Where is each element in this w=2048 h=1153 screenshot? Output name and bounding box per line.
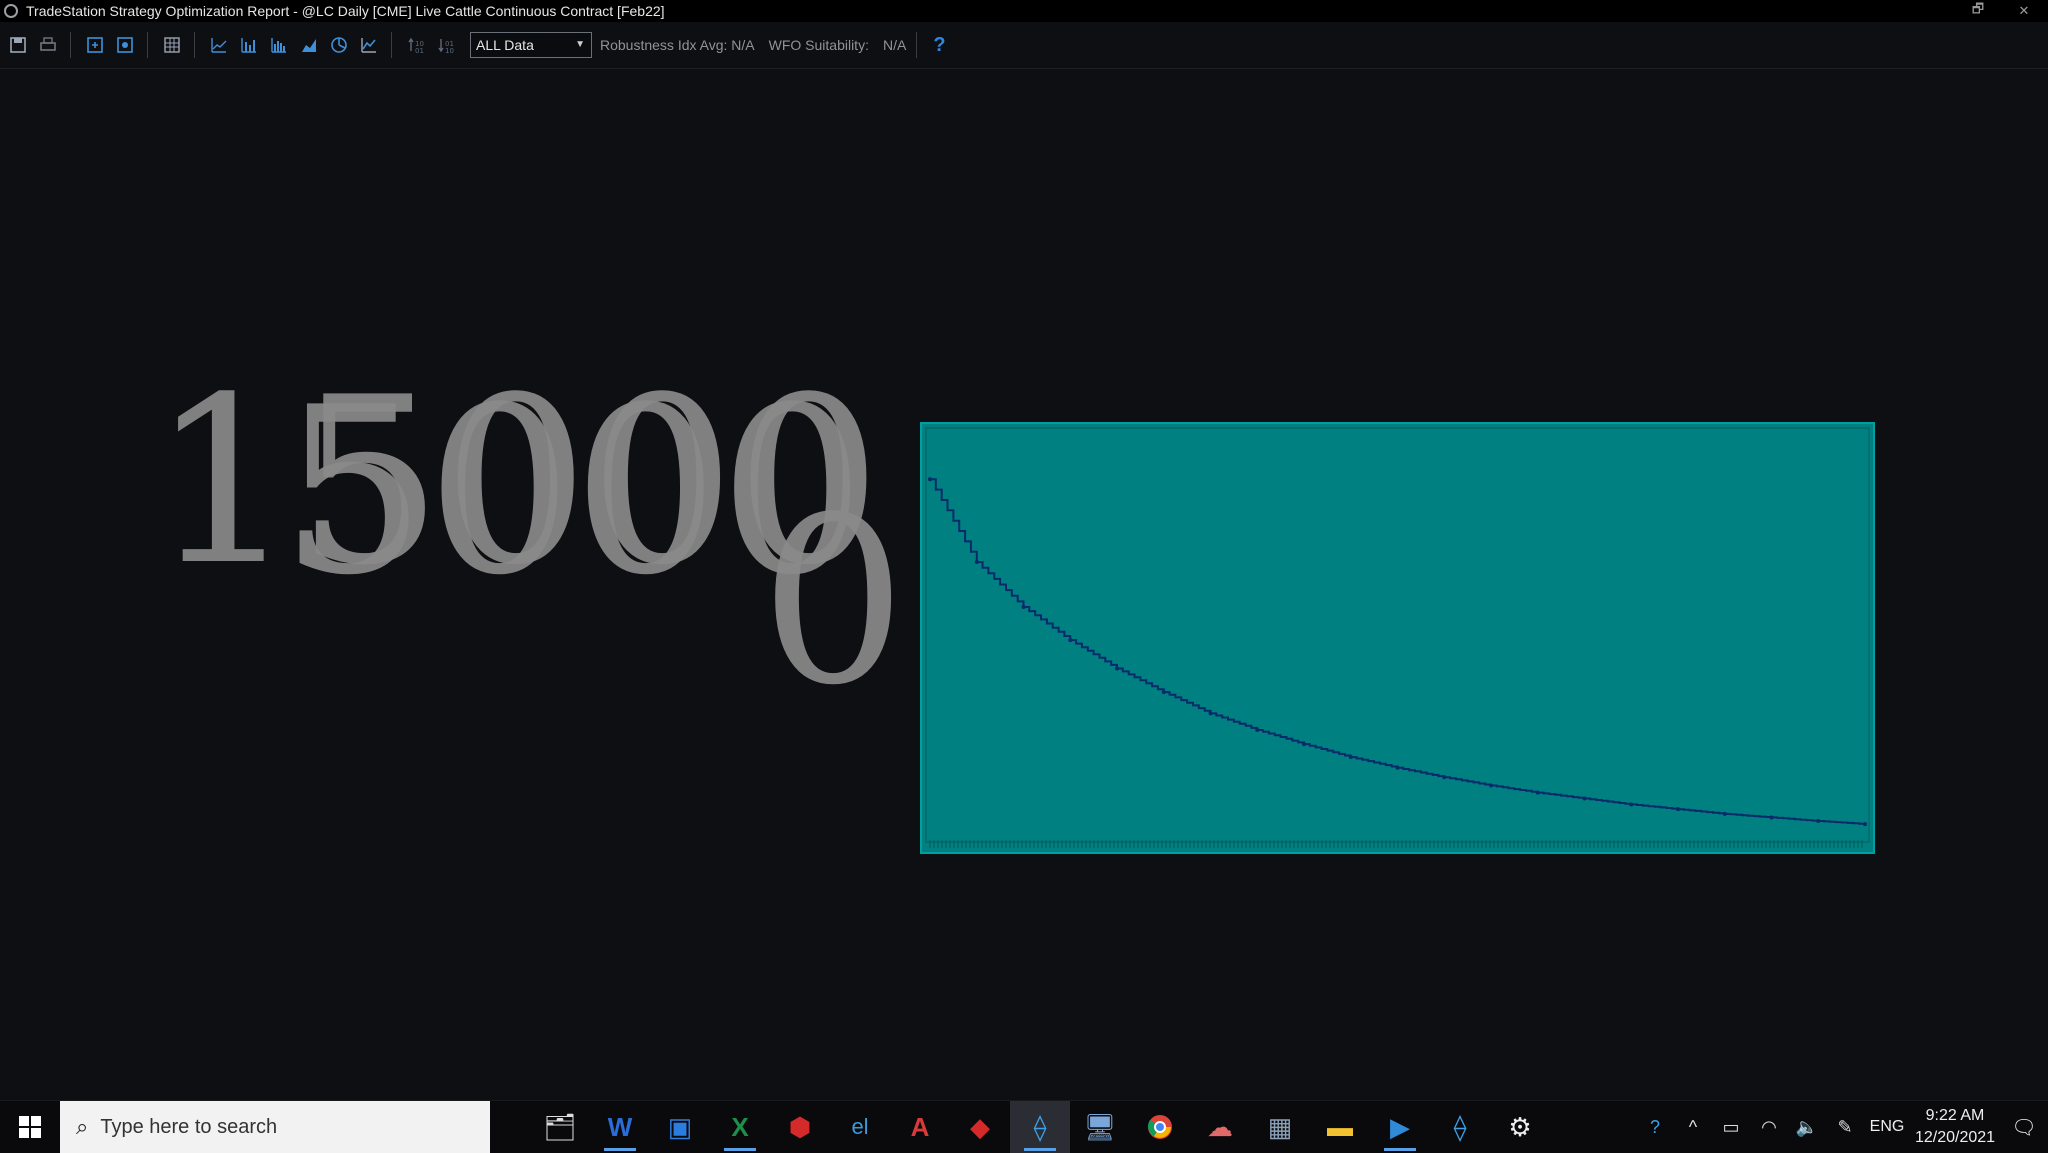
chevron-down-icon: ▼	[575, 39, 585, 50]
data-point	[928, 477, 932, 482]
save-icon[interactable]	[6, 33, 30, 57]
file-explorer-icon[interactable]: 🗂	[530, 1101, 590, 1153]
clock-time: 9:22 AM	[1925, 1107, 1985, 1125]
data-point	[1535, 790, 1540, 795]
robustness-label: Robustness Idx Avg: N/A	[600, 37, 755, 53]
print-icon[interactable]	[36, 33, 60, 57]
mountain-chart-icon[interactable]	[357, 33, 381, 57]
acrobat-icon[interactable]: ⬢	[770, 1101, 830, 1153]
toolbar-separator	[916, 32, 918, 58]
bar-chart-icon[interactable]	[237, 33, 261, 57]
data-point	[1769, 815, 1774, 820]
settings-icon[interactable]: ⚙	[1490, 1101, 1550, 1153]
clock-date: 12/20/2021	[1914, 1129, 1996, 1146]
data-point	[1629, 802, 1634, 807]
data-point	[974, 560, 979, 565]
tradestation-dev-icon[interactable]: ⟠	[1430, 1101, 1490, 1153]
notification-icon[interactable]: 🗨	[2000, 1115, 2048, 1140]
data-point	[1161, 690, 1166, 695]
fit-icon[interactable]	[83, 33, 107, 57]
toolbar: 10 01 01 10 ALL Data ▼ Robustness Idx Avg:…	[0, 22, 2048, 69]
toolbar-separator	[70, 32, 71, 58]
data-point	[1722, 811, 1727, 816]
svg-text:10: 10	[445, 47, 454, 54]
plot-background	[920, 422, 1875, 854]
sort-desc-icon[interactable]: 01 10	[434, 33, 458, 57]
sort-asc-icon[interactable]: 10 01	[404, 33, 428, 57]
restore-button[interactable]: 🗗	[1958, 0, 1998, 22]
data-point	[1395, 765, 1400, 770]
data-point	[1302, 742, 1306, 747]
search-icon: ⌕	[76, 1114, 89, 1139]
remote-desktop-icon[interactable]: 🖥	[1070, 1101, 1130, 1153]
data-point	[1816, 818, 1821, 823]
optimization-plot	[920, 422, 1875, 854]
data-point	[1676, 807, 1680, 812]
data-point	[1348, 755, 1353, 760]
data-point	[1582, 796, 1587, 801]
data-point	[1255, 727, 1260, 732]
data-point	[1068, 638, 1073, 643]
system-tray: ? ^ ▭ ◠ 🔈 ✎ ENG 9:22 AM 12/20/2021 🗨	[1636, 1101, 2048, 1153]
toolbar-separator	[147, 32, 148, 58]
word-icon[interactable]: W	[590, 1101, 650, 1153]
adobe-reader-icon[interactable]: ◆	[950, 1101, 1010, 1153]
line-chart-icon[interactable]	[207, 33, 231, 57]
title-bar: TradeStation Strategy Optimization Repor…	[0, 0, 2048, 22]
data-point	[1442, 775, 1447, 780]
histogram-icon[interactable]	[267, 33, 291, 57]
tradestation-icon[interactable]: ⟠	[1010, 1101, 1070, 1153]
calculator-icon[interactable]: ▦	[1250, 1101, 1310, 1153]
area-chart-icon[interactable]	[297, 33, 321, 57]
tradestation-app-icon	[4, 4, 18, 18]
axis-label: 0	[760, 469, 907, 736]
settings-icon[interactable]	[113, 33, 137, 57]
chrome-icon[interactable]	[1130, 1101, 1190, 1153]
search-placeholder: Type here to search	[100, 1115, 278, 1138]
data-point	[1863, 822, 1867, 827]
wifi-icon[interactable]: ◠	[1750, 1117, 1788, 1138]
windows-start-icon[interactable]	[0, 1101, 60, 1153]
pie-chart-icon[interactable]	[327, 33, 351, 57]
clock[interactable]: 9:22 AM 12/20/2021	[1910, 1105, 2000, 1148]
data-point	[1021, 604, 1026, 609]
taskbar-search-box[interactable]: ⌕ Type here to search	[60, 1101, 490, 1153]
dataset-select[interactable]: ALL Data ▼	[470, 32, 592, 58]
svg-text:01: 01	[415, 47, 424, 54]
volume-icon[interactable]: 🔈	[1788, 1117, 1826, 1138]
dataset-select-value: ALL Data	[476, 37, 534, 53]
paint-icon[interactable]: ☁	[1190, 1101, 1250, 1153]
chevron-up-icon[interactable]: ^	[1674, 1117, 1712, 1138]
language-indicator[interactable]: ENG	[1864, 1118, 1910, 1136]
wfo-suitability-label: WFO Suitability:	[768, 37, 869, 53]
close-button[interactable]: ✕	[2004, 0, 2044, 22]
media-icon[interactable]: ▶	[1370, 1101, 1430, 1153]
help-notification-icon[interactable]: ?	[1636, 1117, 1674, 1138]
windows-taskbar: ⌕ Type here to search 🗂 W ▣ X ⬢ el A ◆ ⟠…	[0, 1100, 2048, 1153]
optimization-chart-area: 15000 5000 0	[0, 68, 2048, 1100]
toolbar-separator	[194, 32, 195, 58]
data-point	[1208, 711, 1213, 716]
data-point	[1489, 783, 1493, 788]
tradestation-t-icon[interactable]: ▣	[650, 1101, 710, 1153]
taskbar-apps: 🗂 W ▣ X ⬢ el A ◆ ⟠ 🖥 ☁ ▦ ▬ ▶ ⟠ ⚙	[530, 1101, 1550, 1153]
help-icon[interactable]: ?	[933, 34, 945, 57]
toolbar-separator	[391, 32, 392, 58]
excel-icon[interactable]: X	[710, 1101, 770, 1153]
window-title: TradeStation Strategy Optimization Repor…	[26, 3, 665, 19]
grid-icon[interactable]	[160, 33, 184, 57]
autocad-icon[interactable]: A	[890, 1101, 950, 1153]
folder-icon[interactable]: ▬	[1310, 1101, 1370, 1153]
wfo-suitability-value: N/A	[882, 37, 907, 53]
pen-icon[interactable]: ✎	[1826, 1117, 1864, 1138]
data-point	[1115, 666, 1119, 671]
battery-icon[interactable]: ▭	[1712, 1117, 1750, 1138]
easylanguage-icon[interactable]: el	[830, 1101, 890, 1153]
